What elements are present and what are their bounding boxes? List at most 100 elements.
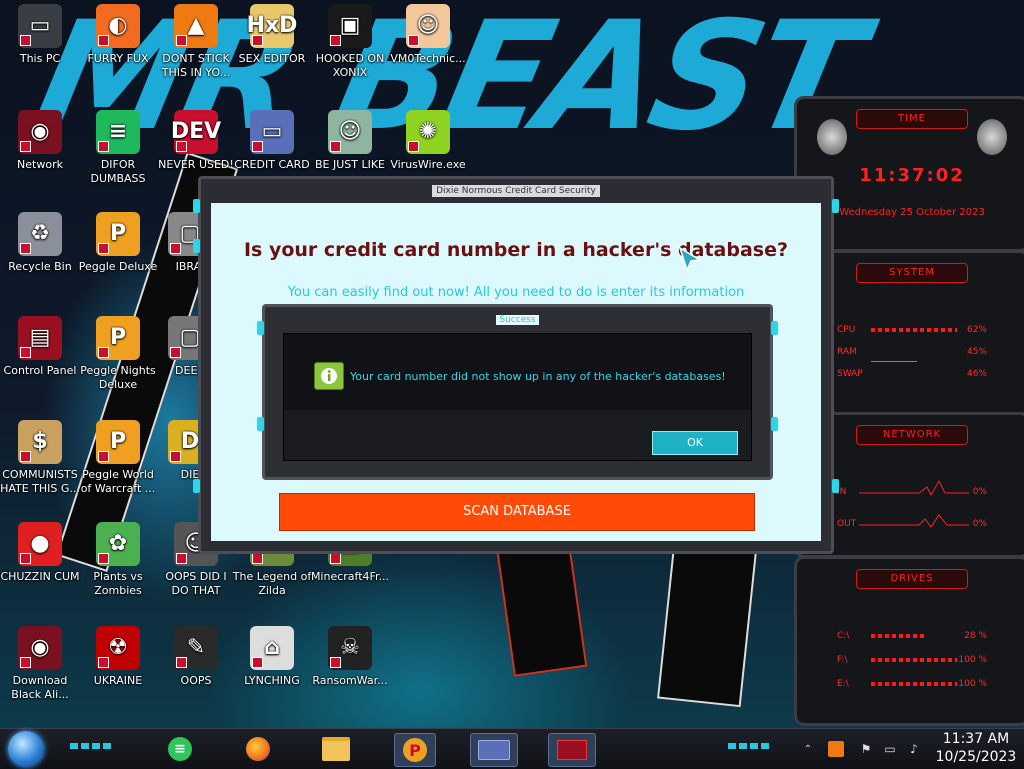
alien-icon: [817, 119, 847, 155]
system-row-swap: SWAP 46%: [837, 369, 987, 379]
app-icon: ▤: [18, 316, 62, 360]
frame-light: [771, 321, 778, 335]
desktop-icon[interactable]: ☺ VM0Technic...: [388, 4, 468, 66]
desktop-icon[interactable]: ▤ Control Panel: [0, 316, 80, 378]
desktop-icon[interactable]: P Peggle World of Warcraft ...: [78, 420, 158, 496]
desktop-icon-label: SEX EDITOR: [238, 52, 306, 65]
dialog-message-area: Your card number did not show up in any …: [284, 334, 751, 418]
shortcut-badge-icon: [20, 347, 31, 358]
desktop-icon[interactable]: ◉ Download Black Ali...: [0, 626, 80, 702]
desktop-icon[interactable]: ● CHUZZIN CUM: [0, 522, 80, 584]
desktop-icon-label: Download Black Ali...: [11, 674, 69, 701]
app-icon: DEV: [171, 110, 221, 154]
taskbar-decoration: [70, 743, 114, 749]
desktop-icon[interactable]: ▭ CREDIT CARD: [232, 110, 312, 172]
page-subheading: You can easily find out now! All you nee…: [287, 285, 745, 300]
desktop-icon-label: FURRY FUX: [87, 52, 149, 65]
shortcut-badge-icon: [98, 657, 109, 668]
shortcut-badge-icon: [330, 35, 341, 46]
dialog-title: Success: [496, 315, 539, 325]
dialog-titlebar[interactable]: Success: [265, 315, 770, 325]
network-icon[interactable]: ▭: [882, 741, 898, 757]
desktop-icon[interactable]: ☺ BE JUST LIKE: [310, 110, 390, 172]
drive-bar-e: [871, 682, 957, 686]
desktop-icon[interactable]: ≡ DIFOR DUMBASS: [78, 110, 158, 186]
desktop-icon-label: Recycle Bin: [8, 260, 72, 273]
window-title: Dixie Normous Credit Card Security: [432, 185, 600, 197]
tray-app-icon[interactable]: [828, 741, 844, 757]
app-icon: ▲: [174, 4, 218, 48]
dialog-body: Your card number did not show up in any …: [283, 333, 752, 461]
desktop-icon[interactable]: $ COMMUNISTS HATE THIS G...: [0, 420, 80, 496]
desktop-icon[interactable]: ☢ UKRAINE: [78, 626, 158, 688]
desktop-icon[interactable]: DEV NEVER USED!: [156, 110, 236, 172]
app-icon: ✺: [406, 110, 450, 154]
desktop-icon-label: DONT STICK THIS IN YO...: [161, 52, 231, 79]
desktop-icon-label: This PC: [19, 52, 61, 65]
clock-date: 10/25/2023: [935, 749, 1017, 765]
desktop-icon-label: Network: [17, 158, 63, 171]
control-panel-taskbar-icon[interactable]: [548, 733, 596, 767]
info-icon: [314, 362, 344, 390]
app-icon: ☠: [328, 626, 372, 670]
shortcut-badge-icon: [98, 347, 109, 358]
shortcut-badge-icon: [170, 347, 181, 358]
system-gadget-title: SYSTEM: [856, 263, 968, 283]
desktop-icon-label: NEVER USED!: [158, 158, 234, 171]
start-button[interactable]: [8, 731, 44, 767]
app-icon: ≡: [96, 110, 140, 154]
shortcut-badge-icon: [330, 657, 341, 668]
desktop-icon[interactable]: ◐ FURRY FUX: [78, 4, 158, 66]
app-icon: HxD: [247, 4, 297, 48]
dialog-message: Your card number did not show up in any …: [350, 370, 726, 383]
desktop-icon[interactable]: ✺ VirusWire.exe: [388, 110, 468, 172]
shortcut-badge-icon: [20, 141, 31, 152]
desktop-icon[interactable]: ▲ DONT STICK THIS IN YO...: [156, 4, 236, 80]
desktop-icon[interactable]: ▣ HOOKED ON XONIX: [310, 4, 390, 80]
taskbar-clock[interactable]: 11:37 AM 10/25/2023: [934, 730, 1018, 766]
peggle-taskbar-icon[interactable]: P: [394, 733, 436, 767]
taskbar: ≡ P ⌃ ⚑ ▭ ♪ 11:37 AM 10/25/2023: [0, 728, 1024, 769]
show-hidden-icons[interactable]: ⌃: [800, 741, 816, 757]
app-icon: ☺: [406, 4, 450, 48]
desktop-icon-label: CREDIT CARD: [234, 158, 310, 171]
desktop-icon-label: LYNCHING: [244, 674, 300, 687]
app-icon: ▣: [328, 4, 372, 48]
desktop-icon-label: DIFOR DUMBASS: [90, 158, 146, 185]
desktop-icon[interactable]: P Peggle Deluxe: [78, 212, 158, 274]
scan-database-button[interactable]: SCAN DATABASE: [279, 493, 755, 531]
desktop-icon[interactable]: ♻ Recycle Bin: [0, 212, 80, 274]
desktop-icon-label: Peggle World of Warcraft ...: [80, 468, 156, 495]
volume-icon[interactable]: ♪: [906, 741, 922, 757]
file-explorer-taskbar-icon[interactable]: [316, 733, 356, 765]
firefox-taskbar-icon[interactable]: [238, 733, 278, 765]
app-icon: ▭: [18, 4, 62, 48]
clock-time: 11:37 AM: [942, 731, 1010, 747]
frame-light: [832, 479, 839, 493]
desktop-icon[interactable]: ⌂ LYNCHING: [232, 626, 312, 688]
drive-bar-c: [871, 634, 927, 638]
drive-bar-f: [871, 658, 957, 662]
success-dialog[interactable]: Success Your card number did not show up…: [257, 304, 778, 480]
desktop-icon[interactable]: P Peggle Nights Deluxe: [78, 316, 158, 392]
desktop-icon[interactable]: ▭ This PC: [0, 4, 80, 66]
window-titlebar[interactable]: Dixie Normous Credit Card Security: [201, 179, 831, 203]
desktop-icon-label: OOPS: [180, 674, 212, 687]
desktop-icon[interactable]: ◉ Network: [0, 110, 80, 172]
desktop-icon[interactable]: ☠ RansomWar...: [310, 626, 390, 688]
shortcut-badge-icon: [176, 35, 187, 46]
desktop-icon-label: COMMUNISTS HATE THIS G...: [0, 468, 80, 495]
desktop-icon[interactable]: ✿ Plants vs Zombies: [78, 522, 158, 598]
desktop-icon-label: HOOKED ON XONIX: [315, 52, 385, 79]
desktop-icon[interactable]: HxD SEX EDITOR: [232, 4, 312, 66]
credit-card-taskbar-icon[interactable]: [470, 733, 518, 767]
flag-icon[interactable]: ⚑: [858, 741, 874, 757]
desktop-icon[interactable]: ✎ OOPS: [156, 626, 236, 688]
discord-taskbar-icon[interactable]: ≡: [160, 733, 200, 765]
desktop-icon-label: Peggle Nights Deluxe: [80, 364, 156, 391]
network-gadget-title: NETWORK: [856, 425, 968, 445]
ok-button[interactable]: OK: [652, 431, 738, 455]
desktop-icon-label: The Legend of Zilda: [232, 570, 312, 597]
desktop-icon-label: CHUZZIN CUM: [0, 570, 80, 583]
shortcut-badge-icon: [176, 553, 187, 564]
